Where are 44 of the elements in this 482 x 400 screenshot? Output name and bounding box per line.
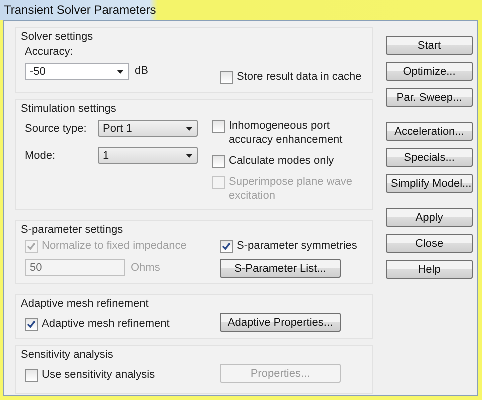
checkbox-label: Store result data in cache [237, 70, 362, 84]
group-title: Stimulation settings [21, 103, 118, 115]
field-label: Accuracy: [25, 46, 74, 58]
checkbox-label: Use sensitivity analysis [42, 368, 156, 382]
checkbox-label: Superimpose plane wave excitation [229, 175, 354, 203]
field-label: Source type: [25, 122, 88, 134]
checkbox[interactable] [220, 240, 233, 253]
group-title: Adaptive mesh refinement [21, 298, 150, 310]
button[interactable]: Par. Sweep... [386, 88, 473, 107]
field-label: Mode: [25, 150, 57, 162]
unit-label: dB [135, 65, 148, 77]
checkbox[interactable] [220, 71, 233, 84]
dropdown[interactable]: 1 [98, 147, 198, 164]
dropdown[interactable]: -50 [25, 63, 129, 80]
checkbox-label: Calculate modes only [229, 154, 336, 168]
button[interactable]: Close [386, 234, 473, 253]
checkbox[interactable] [25, 318, 38, 331]
window-title: Transient Solver Parameters [3, 3, 156, 17]
dropdown-arrow-icon [117, 70, 124, 74]
checkbox[interactable] [212, 120, 225, 133]
checkbox[interactable] [212, 155, 225, 168]
group-title: Solver settings [21, 31, 94, 43]
button[interactable]: Acceleration... [386, 122, 473, 141]
button[interactable]: Simplify Model... [386, 174, 473, 193]
button[interactable]: Optimize... [386, 62, 473, 81]
dropdown-arrow-icon [186, 126, 193, 130]
checkbox-label: Inhomogeneous port accuracy enhancement [229, 119, 344, 147]
dropdown-arrow-icon [186, 154, 193, 158]
dropdown[interactable]: Port 1 [98, 120, 198, 137]
button[interactable]: Apply [386, 208, 473, 227]
group-title: S-parameter settings [21, 224, 124, 236]
checkbox-label: Normalize to fixed impedance [42, 239, 187, 253]
button[interactable]: Adaptive Properties... [220, 313, 341, 332]
button[interactable]: Specials... [386, 148, 473, 167]
checkbox[interactable] [25, 369, 38, 382]
checkbox-label: Adaptive mesh refinement [42, 317, 170, 331]
button[interactable]: Start [386, 36, 473, 55]
input-field: 50 [25, 259, 125, 276]
button[interactable]: S-Parameter List... [220, 259, 341, 278]
group-title: Sensitivity analysis [21, 349, 114, 361]
button[interactable]: Help [386, 260, 473, 279]
button: Properties... [220, 364, 341, 383]
unit-label: Ohms [131, 262, 160, 274]
checkbox-label: S-parameter symmetries [237, 239, 358, 253]
